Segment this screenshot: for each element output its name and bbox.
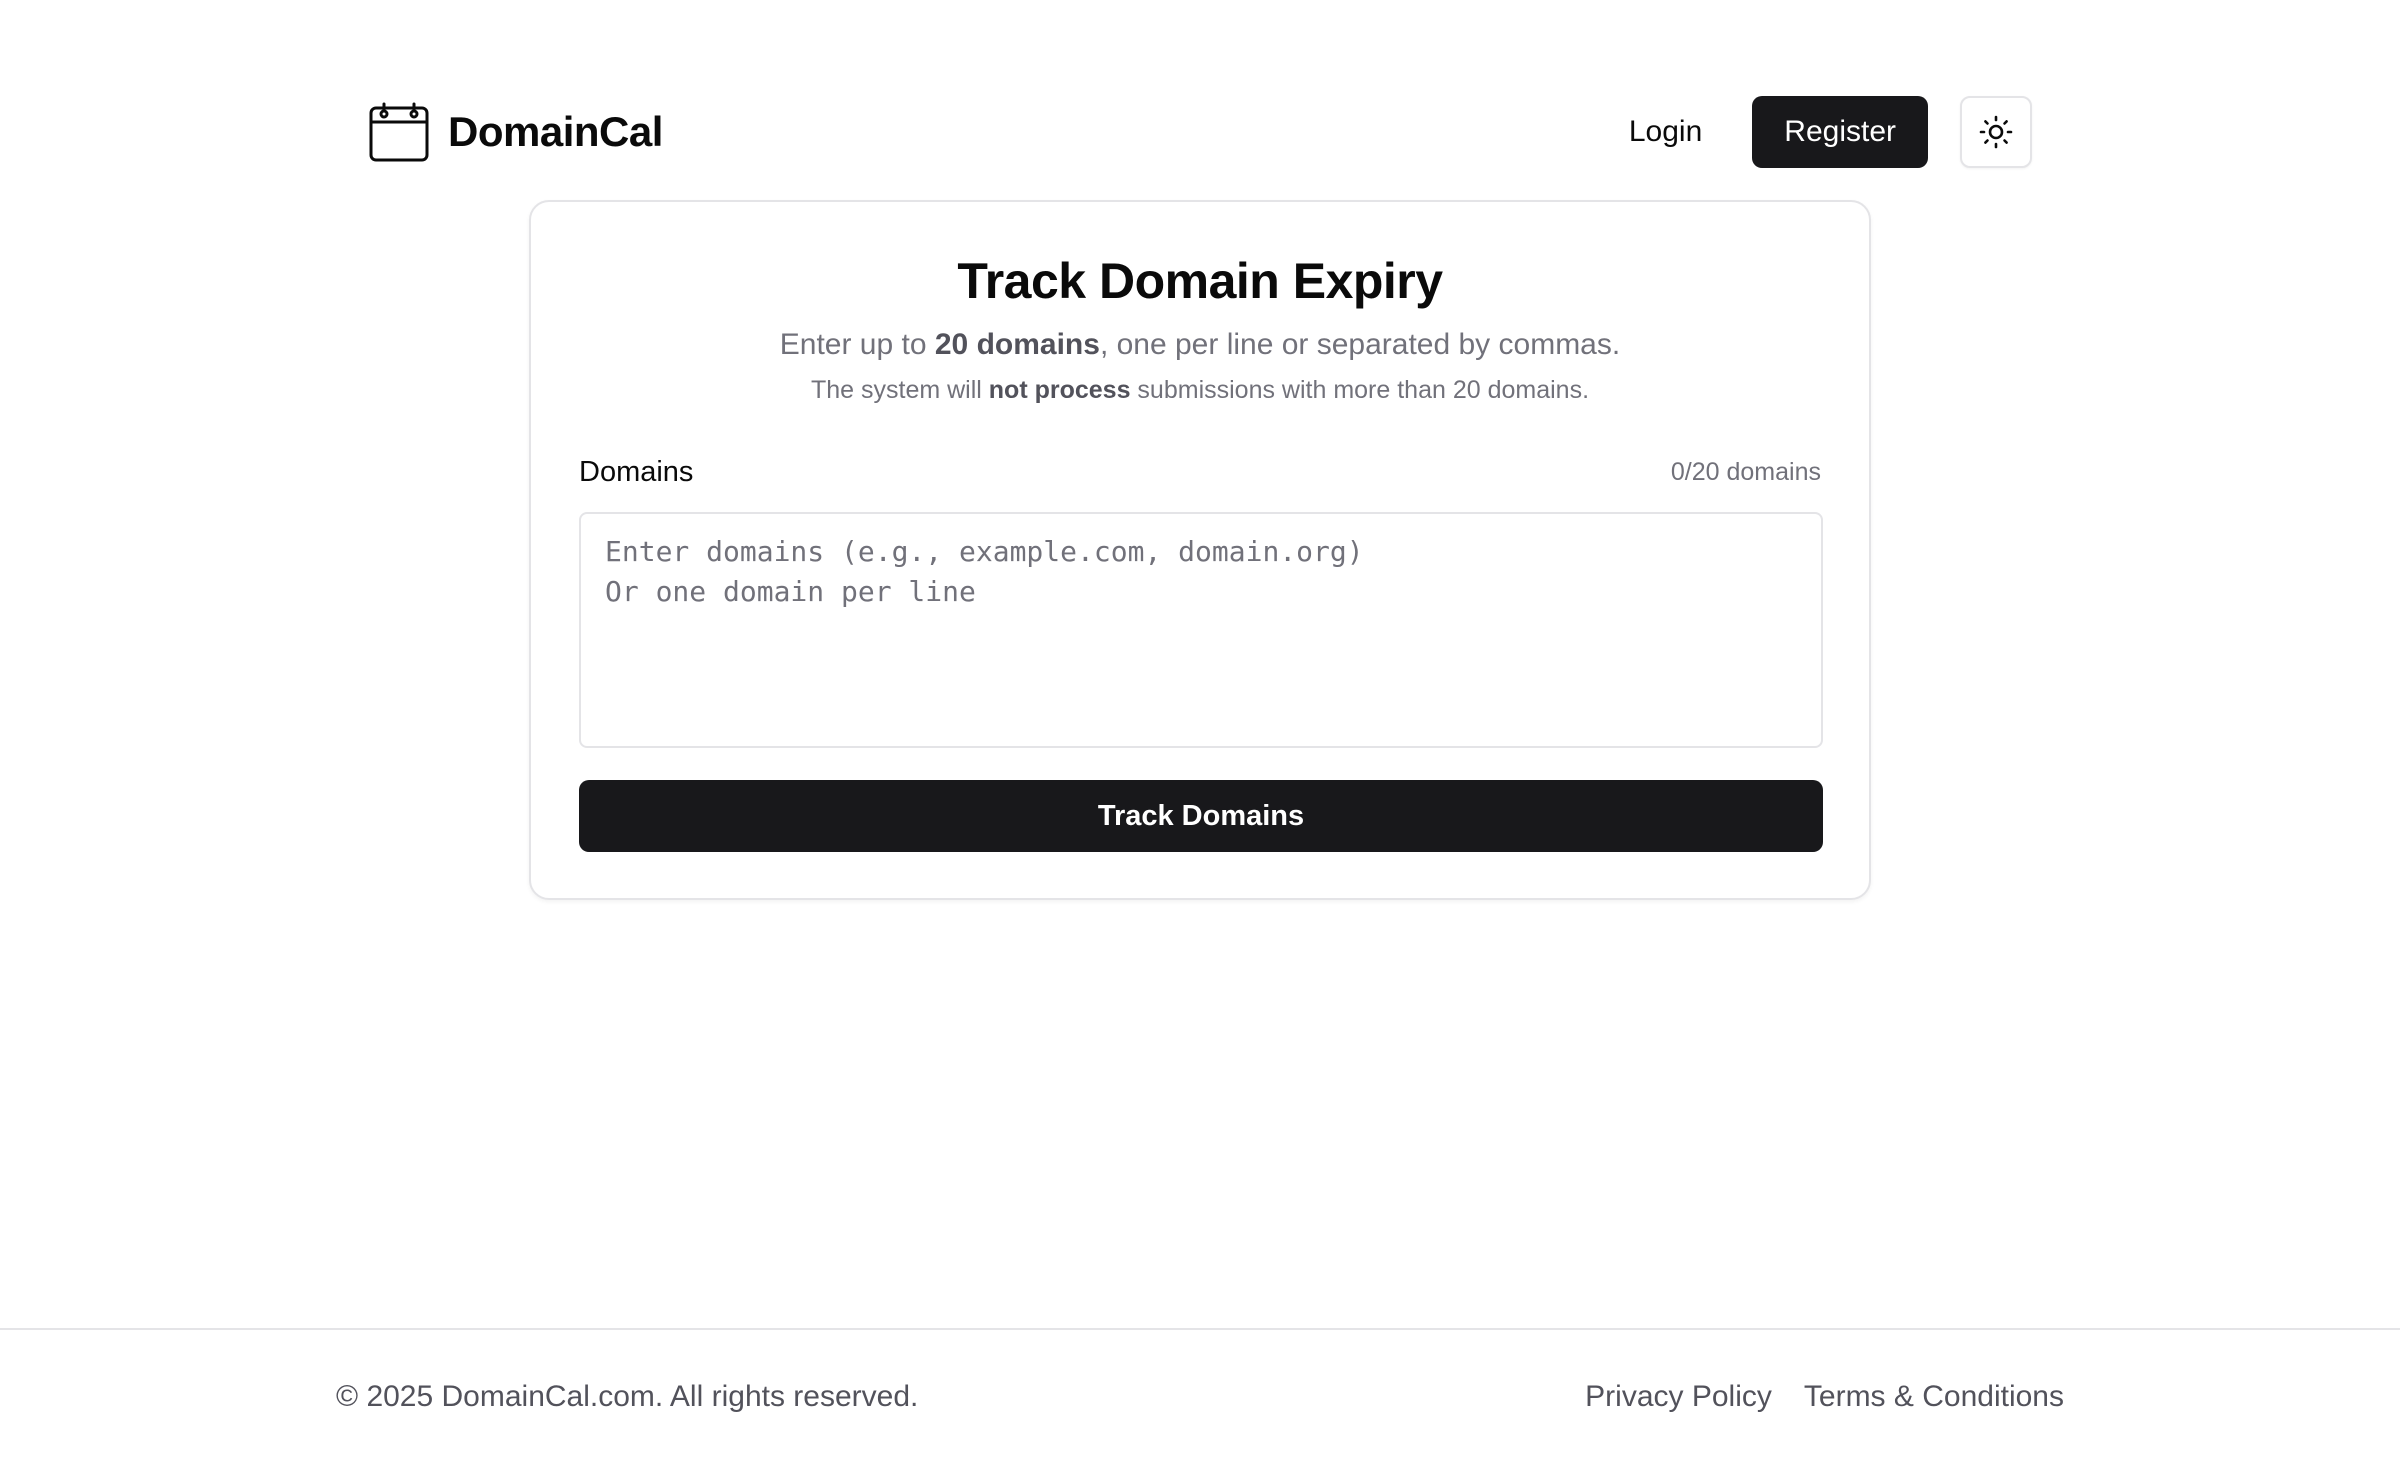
page-title: Track Domain Expiry xyxy=(957,253,1443,309)
instructions-prefix: Enter up to xyxy=(779,328,935,361)
terms-conditions-link[interactable]: Terms & Conditions xyxy=(1804,1380,2064,1414)
domains-field-header: Domains 0/20 domains xyxy=(579,456,1821,489)
domain-count: 0/20 domains xyxy=(1670,458,1821,486)
sun-icon xyxy=(1979,115,2013,149)
privacy-policy-link[interactable]: Privacy Policy xyxy=(1585,1380,1772,1414)
header-actions: Login Register xyxy=(1611,96,2032,168)
domain-tracker-card: Track Domain Expiry Enter up to 20 domai… xyxy=(529,200,1871,900)
site-footer: © 2025 DomainCal.com. All rights reserve… xyxy=(0,1328,2400,1466)
theme-toggle-button[interactable] xyxy=(1960,96,2032,168)
register-button[interactable]: Register xyxy=(1752,96,1928,168)
instructions-text: Enter up to 20 domains, one per line or … xyxy=(531,328,1869,362)
brand-link[interactable]: DomainCal xyxy=(368,101,663,163)
copyright-text: © 2025 DomainCal.com. All rights reserve… xyxy=(336,1380,919,1413)
instructions-limit: 20 domains xyxy=(934,328,1100,361)
site-header: DomainCal Login Register xyxy=(368,96,2032,168)
limit-note-emphasis: not process xyxy=(988,376,1131,404)
limit-note-suffix: submissions with more than 20 domains. xyxy=(1130,376,1590,404)
brand-name: DomainCal xyxy=(448,108,663,155)
track-domains-button[interactable]: Track Domains xyxy=(579,780,1823,852)
login-button[interactable]: Login xyxy=(1611,99,1720,165)
footer-content: © 2025 DomainCal.com. All rights reserve… xyxy=(336,1380,2064,1414)
calendar-icon xyxy=(368,101,430,163)
instructions-suffix: , one per line or separated by commas. xyxy=(1099,328,1621,361)
limit-note-prefix: The system will xyxy=(810,376,989,404)
page: DomainCal Login Register Track Domain Ex… xyxy=(0,0,2400,1466)
limit-note: The system will not process submissions … xyxy=(531,376,1869,405)
domains-input[interactable] xyxy=(579,512,1823,748)
domains-label: Domains xyxy=(579,456,694,488)
footer-links: Privacy Policy Terms & Conditions xyxy=(1585,1380,2064,1414)
